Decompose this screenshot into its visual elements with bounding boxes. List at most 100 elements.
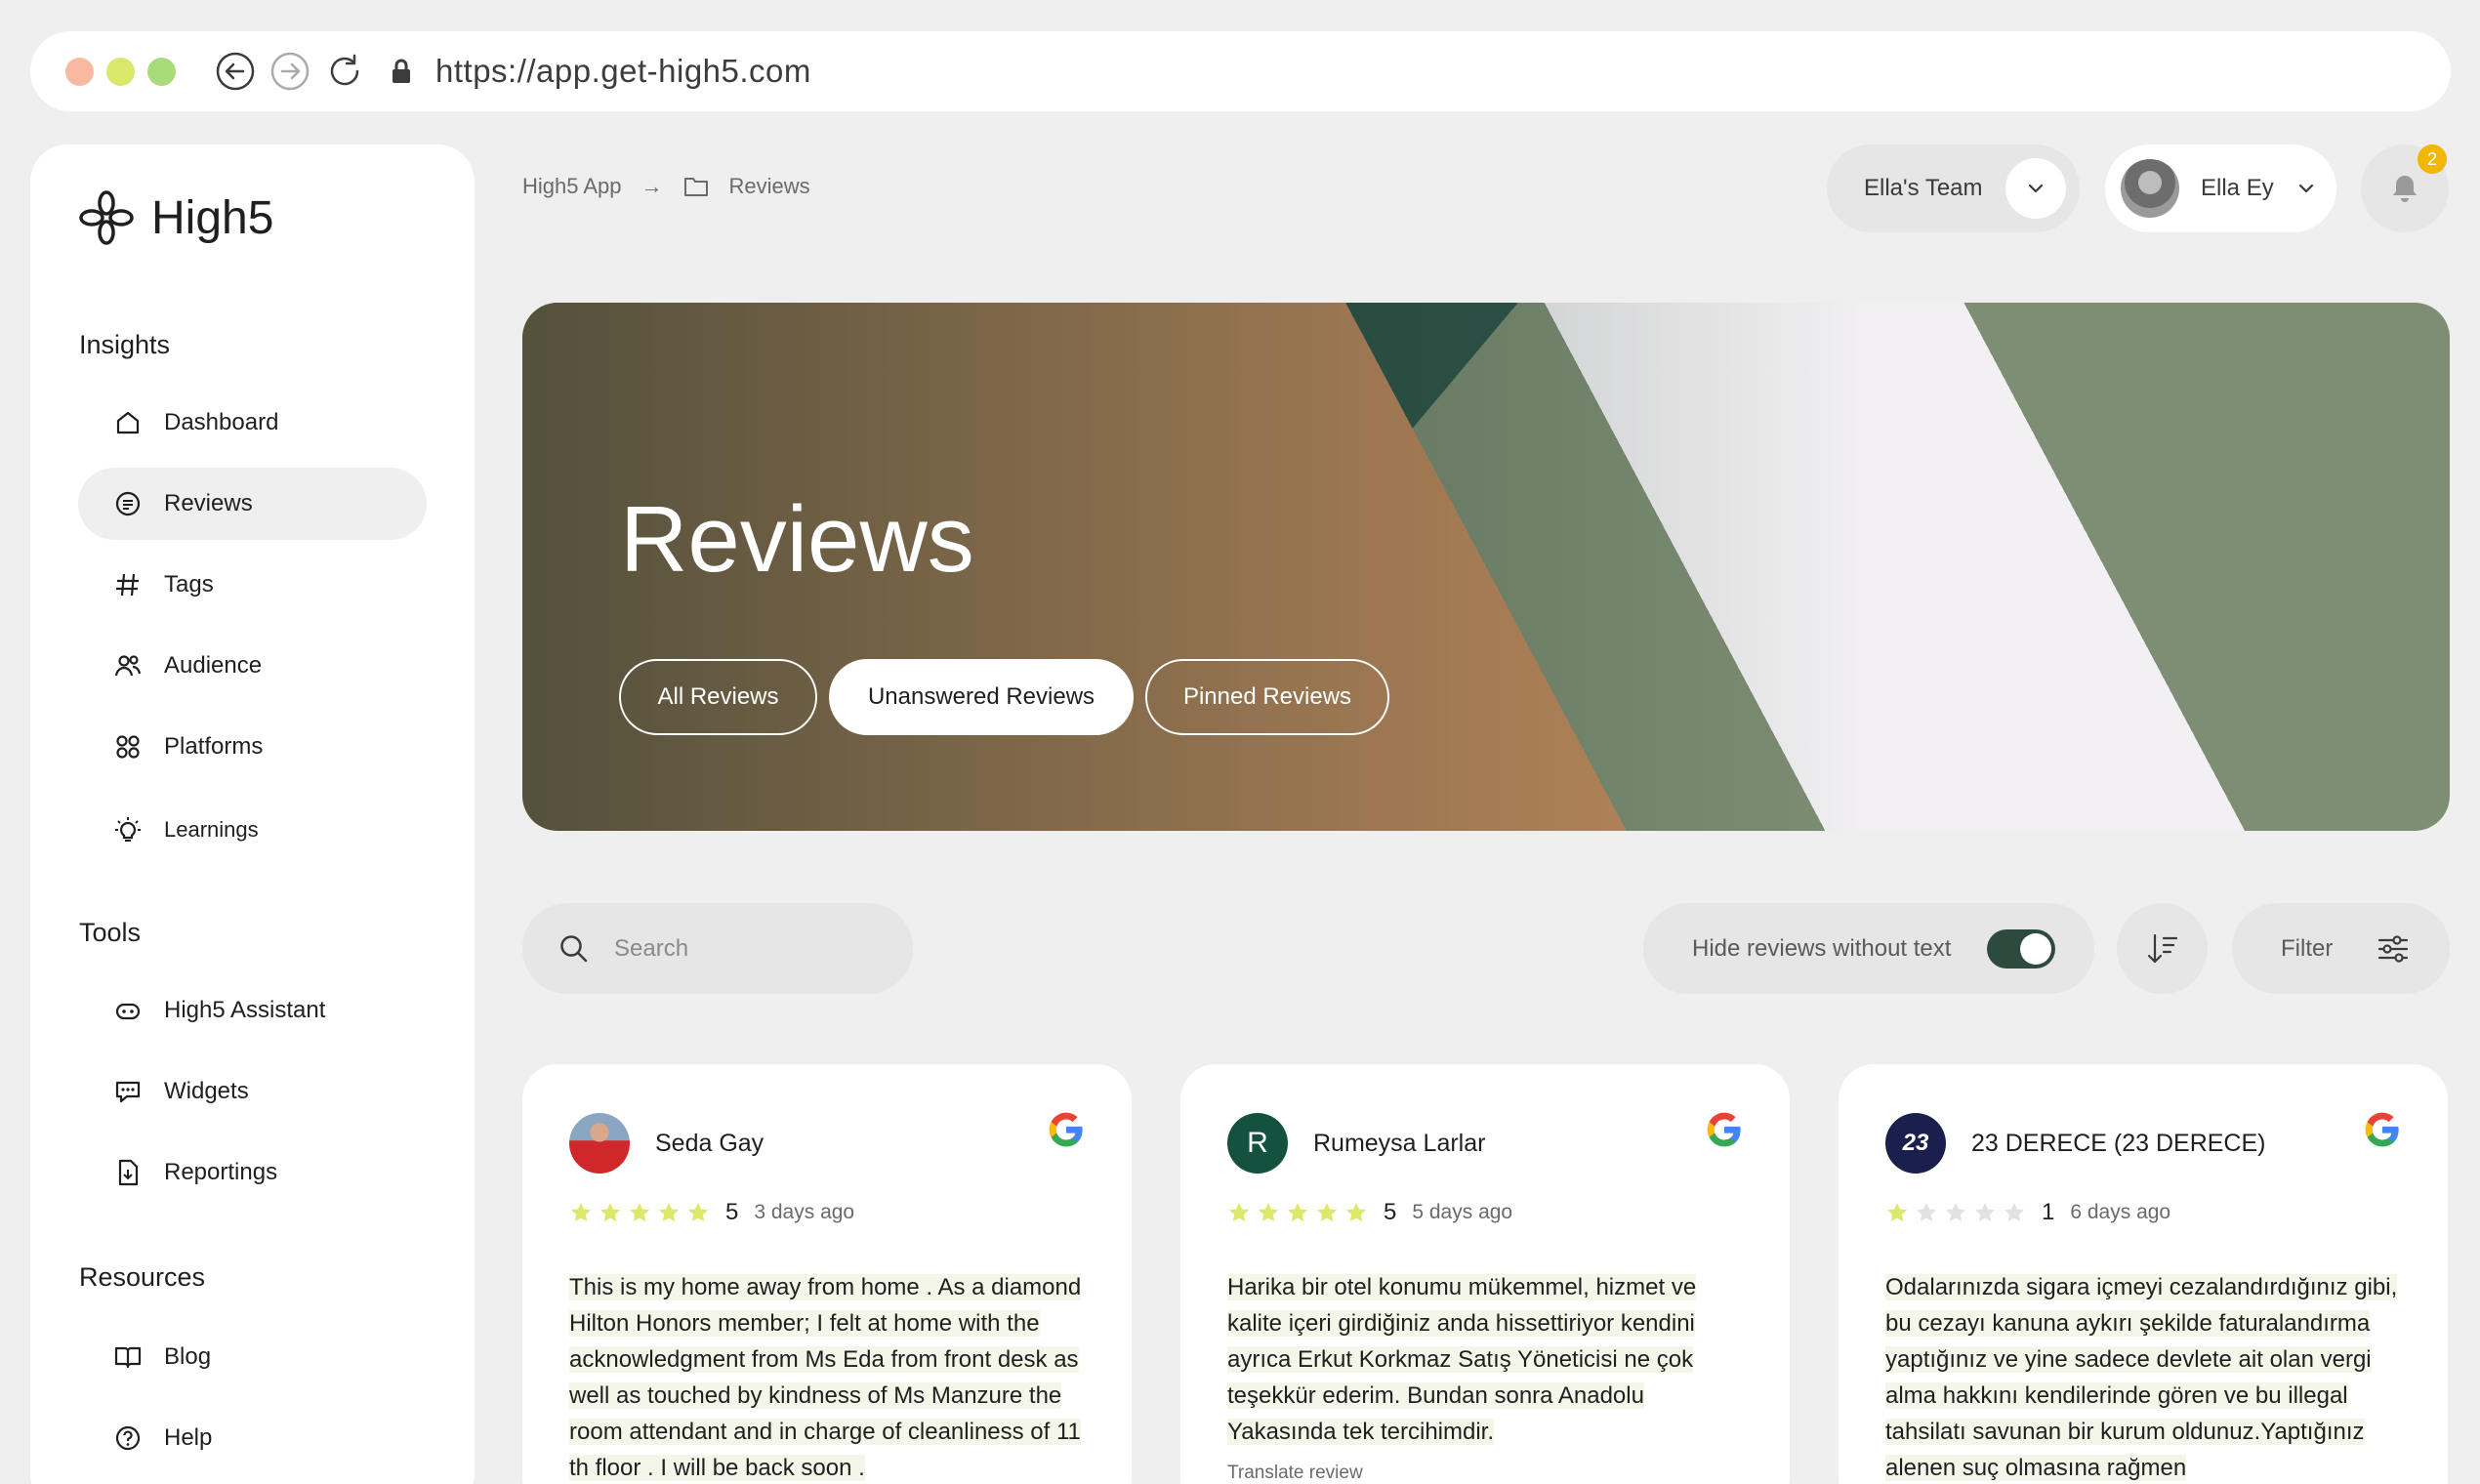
sidebar-item-tags[interactable]: Tags — [78, 549, 427, 621]
google-icon — [1049, 1112, 1083, 1147]
review-date: 5 days ago — [1412, 1201, 1513, 1223]
star-empty-icon — [1975, 1203, 1995, 1222]
forward-arrow-icon[interactable] — [269, 51, 310, 92]
minimize-window-dot[interactable] — [106, 57, 135, 86]
review-card[interactable]: 23 23 DERECE (23 DERECE) 1 6 days ago Od… — [1839, 1064, 2448, 1484]
filter-label: Filter — [2281, 934, 2334, 962]
notifications-button[interactable]: 2 — [2361, 144, 2449, 232]
star-filled-icon — [1259, 1203, 1278, 1222]
review-header: R Rumeysa Larlar — [1227, 1113, 1485, 1174]
sidebar-item-platforms[interactable]: Platforms — [78, 711, 427, 783]
reviewer-avatar: 23 — [1885, 1113, 1946, 1174]
breadcrumb-root[interactable]: High5 App — [522, 174, 622, 199]
sidebar-item-widgets[interactable]: Widgets — [78, 1055, 427, 1128]
reviews-hero-banner: Reviews All Reviews Unanswered Reviews P… — [522, 303, 2450, 831]
hide-without-text-toggle[interactable] — [1987, 929, 2055, 969]
toggle-knob — [2020, 933, 2051, 965]
star-filled-icon — [1317, 1203, 1337, 1222]
tab-unanswered-reviews[interactable]: Unanswered Reviews — [829, 659, 1134, 735]
search-placeholder: Search — [614, 934, 689, 962]
star-empty-icon — [1946, 1203, 1965, 1222]
review-rating: 5 5 days ago — [1227, 1199, 1512, 1226]
review-rating: 1 6 days ago — [1885, 1199, 2170, 1226]
sidebar-item-high5-assistant[interactable]: High5 Assistant — [78, 974, 427, 1047]
review-card[interactable]: Seda Gay 5 3 days ago This is my home aw… — [522, 1064, 1132, 1484]
review-text-content: Harika bir otel konumu mükemmel, hizmet … — [1227, 1274, 1697, 1445]
resources-section-title: Resources — [79, 1262, 206, 1292]
chevron-down-icon — [2028, 184, 2044, 193]
tab-pinned-reviews[interactable]: Pinned Reviews — [1145, 659, 1389, 735]
user-name: Ella Ey — [2201, 175, 2274, 201]
close-window-dot[interactable] — [65, 57, 94, 86]
folder-icon — [683, 178, 708, 196]
google-icon — [1707, 1112, 1741, 1147]
star-filled-icon — [1229, 1203, 1249, 1222]
hide-without-text-label: Hide reviews without text — [1692, 934, 1952, 962]
reviewer-avatar: R — [1227, 1113, 1288, 1174]
home-icon — [116, 411, 140, 434]
reviews-icon — [115, 491, 141, 516]
sidebar-item-audience[interactable]: Audience — [78, 630, 427, 702]
breadcrumb-separator: → — [641, 174, 663, 198]
sidebar-item-reviews[interactable]: Reviews — [78, 468, 427, 540]
star-filled-icon — [1346, 1203, 1366, 1222]
sidebar-item-label: Dashboard — [164, 409, 279, 435]
sidebar-item-label: Learnings — [164, 817, 259, 842]
review-card[interactable]: R Rumeysa Larlar 5 5 days ago Harika bir… — [1180, 1064, 1790, 1484]
rating-value: 5 — [1384, 1199, 1397, 1225]
insights-section-title: Insights — [79, 330, 171, 359]
breadcrumb-current: Reviews — [728, 174, 810, 198]
star-filled-icon — [600, 1203, 620, 1222]
review-text: Harika bir otel konumu mükemmel, hizmet … — [1227, 1269, 1755, 1450]
hide-without-text-control: Hide reviews without text — [1643, 903, 2094, 994]
sort-button[interactable] — [2117, 903, 2208, 994]
tools-section-title: Tools — [79, 918, 142, 947]
review-text: This is my home away from home . As a di… — [569, 1269, 1096, 1484]
review-text-content: Odalarınızda sigara içmeyi cezalandırdığ… — [1885, 1274, 2398, 1481]
back-arrow-icon[interactable] — [215, 51, 256, 92]
rating-value: 1 — [2042, 1199, 2055, 1225]
review-header: 23 23 DERECE (23 DERECE) — [1885, 1113, 2265, 1174]
sidebar-item-label: Reviews — [164, 490, 253, 516]
sliders-icon — [2378, 934, 2409, 963]
review-header: Seda Gay — [569, 1113, 764, 1174]
assistant-icon — [115, 1003, 141, 1020]
sidebar-item-label: Reportings — [164, 1159, 278, 1185]
tab-all-reviews[interactable]: All Reviews — [619, 659, 817, 735]
sidebar-item-label: Help — [164, 1424, 213, 1451]
review-date: 6 days ago — [2070, 1201, 2171, 1223]
breadcrumb: High5 App → Reviews — [522, 173, 810, 200]
high5-flower-icon — [79, 190, 134, 245]
star-filled-icon — [688, 1203, 708, 1222]
reload-icon[interactable] — [324, 51, 365, 92]
filter-button[interactable]: Filter — [2232, 903, 2450, 994]
review-date: 3 days ago — [754, 1201, 855, 1223]
sidebar-item-help[interactable]: Help — [78, 1402, 427, 1474]
maximize-window-dot[interactable] — [147, 57, 176, 86]
sidebar-item-dashboard[interactable]: Dashboard — [78, 387, 427, 459]
sidebar-item-reportings[interactable]: Reportings — [78, 1136, 427, 1209]
bell-icon — [2393, 176, 2417, 202]
lock-icon — [393, 59, 410, 83]
user-menu[interactable]: Ella Ey — [2105, 144, 2336, 232]
review-filter-tabs: All Reviews Unanswered Reviews Pinned Re… — [619, 659, 1389, 735]
search-input[interactable]: Search — [522, 903, 913, 994]
sidebar-item-label: High5 Assistant — [164, 997, 326, 1023]
review-text: Odalarınızda sigara içmeyi cezalandırdığ… — [1885, 1269, 2413, 1484]
team-selector[interactable]: Ella's Team — [1827, 144, 2080, 232]
team-dropdown-button[interactable] — [2005, 158, 2066, 219]
star-filled-icon — [659, 1203, 679, 1222]
sort-icon — [2147, 933, 2177, 963]
star-empty-icon — [1917, 1203, 1936, 1222]
browser-address-bar: https://app.get-high5.com — [30, 31, 2451, 111]
brand-logo[interactable]: High5 — [77, 188, 273, 247]
sidebar-item-learnings[interactable]: Learnings — [78, 794, 427, 866]
sidebar-item-blog[interactable]: Blog — [78, 1321, 427, 1393]
reviewer-name: Seda Gay — [655, 1129, 765, 1157]
address-url[interactable]: https://app.get-high5.com — [435, 53, 811, 90]
browser-nav — [215, 51, 365, 92]
sidebar-item-label: Blog — [164, 1343, 212, 1370]
brand-name: High5 — [151, 191, 274, 244]
avatar-initial: R — [1247, 1127, 1268, 1159]
translate-review-link[interactable]: Translate review — [1227, 1463, 1363, 1484]
